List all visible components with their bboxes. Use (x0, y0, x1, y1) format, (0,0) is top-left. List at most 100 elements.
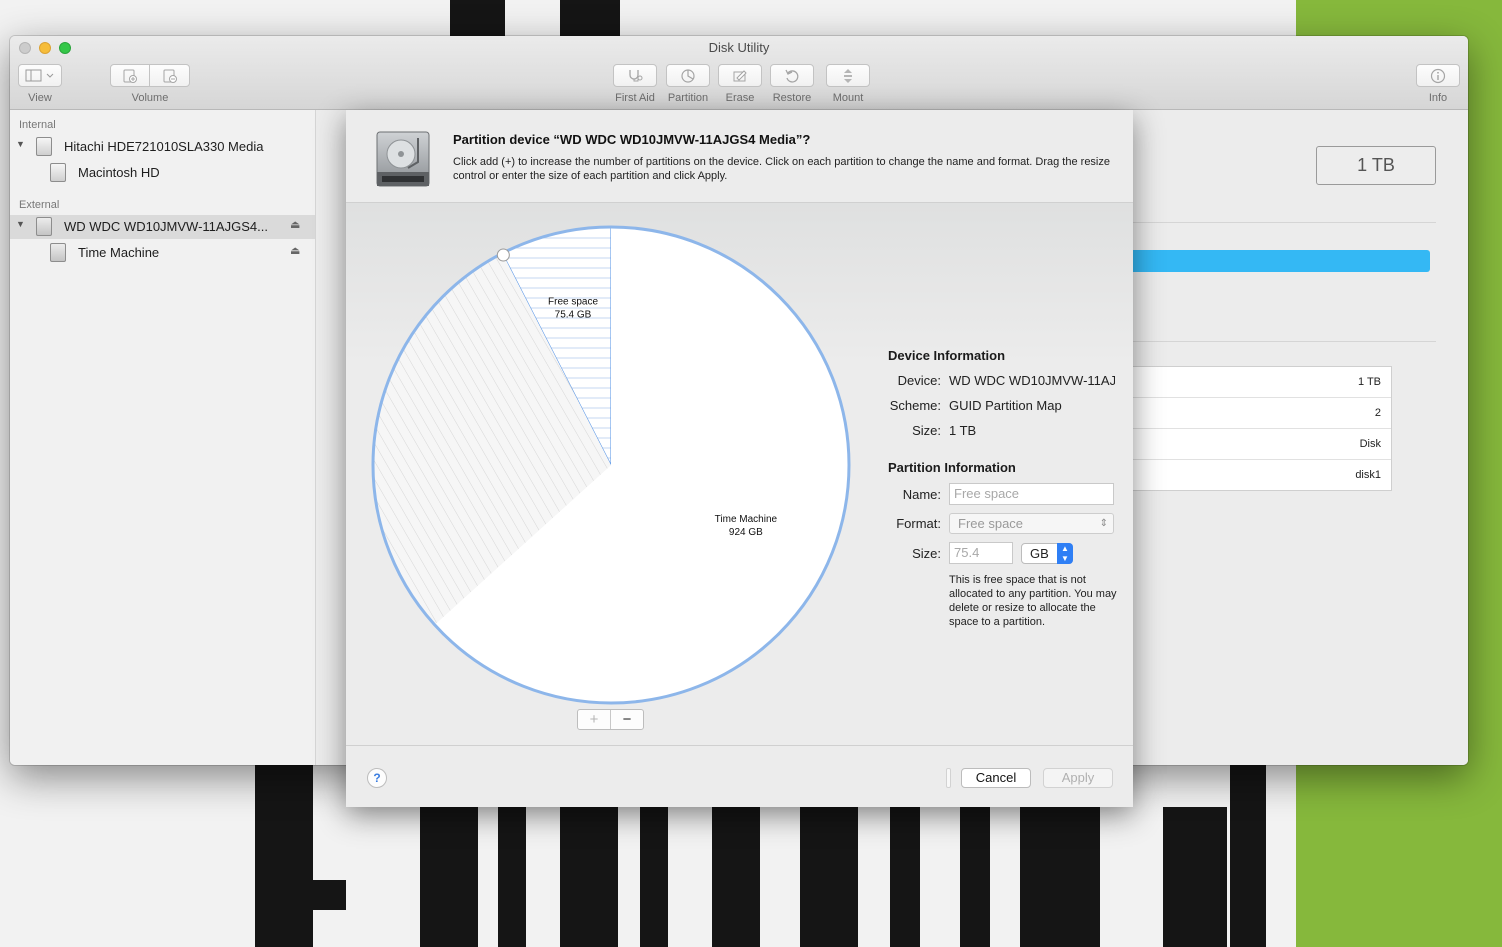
disk-info-table: 1 TB 2 Disk disk1 (1126, 366, 1392, 491)
erase-button[interactable] (718, 64, 762, 87)
window-title: Disk Utility (708, 40, 770, 55)
info-value: 2 (1127, 398, 1391, 429)
unit-stepper-icon: ▲ ▼ (1057, 543, 1073, 564)
wallpaper-stripe (640, 807, 668, 947)
wallpaper-stripe (560, 0, 620, 36)
scheme-value: GUID Partition Map (949, 398, 1062, 413)
wallpaper-stripe (498, 807, 526, 947)
capacity-badge: 1 TB (1316, 146, 1436, 185)
internal-volume-icon (50, 163, 66, 182)
remove-partition-button[interactable]: − (611, 710, 643, 729)
wallpaper-stripe (1163, 807, 1227, 947)
restore-arrow-icon (785, 69, 799, 83)
erase-icon (733, 69, 747, 81)
device-size-value: 1 TB (949, 423, 977, 438)
partition-name-field[interactable]: Free space (949, 483, 1114, 505)
wallpaper-stripe (1020, 807, 1100, 947)
hard-drive-icon (376, 131, 430, 187)
eject-icon[interactable]: ⏏ (290, 244, 300, 257)
stethoscope-icon (629, 69, 643, 81)
apply-button[interactable]: Apply (1043, 768, 1113, 788)
resize-handle[interactable] (496, 248, 510, 262)
view-button[interactable] (18, 64, 62, 87)
format-label: Format: (896, 516, 941, 531)
size-unit-select[interactable]: GB ▲ ▼ (1021, 543, 1073, 564)
partition-size-field[interactable]: 75.4 (949, 542, 1013, 564)
sidebar-item-macintosh-hd[interactable]: Macintosh HD (10, 161, 315, 185)
wallpaper-stripe (450, 0, 505, 36)
help-button[interactable]: ? (367, 768, 387, 788)
volume-label: Volume (131, 92, 169, 104)
disclosure-triangle-icon[interactable]: ▼ (16, 139, 25, 149)
wallpaper-stripe (712, 807, 760, 947)
restore-label: Restore (772, 92, 812, 104)
disclosure-triangle-icon[interactable]: ▼ (16, 219, 25, 229)
mount-icon (844, 68, 852, 83)
cancel-button[interactable]: Cancel (961, 768, 1031, 788)
title-bar: Disk Utility View Volume First Aid Parti… (10, 36, 1468, 110)
view-label: View (28, 92, 52, 104)
sidebar-item-label: Hitachi HDE721010SLA330 Media (64, 139, 264, 154)
device-size-label: Size: (912, 423, 941, 438)
scheme-label: Scheme: (889, 398, 941, 413)
external-volume-icon (50, 243, 66, 262)
pie-slice-size: 75.4 GB (555, 310, 592, 321)
sheet-body: Free space 75.4 GB Time Machine 924 GB + − … (346, 203, 1133, 745)
first-aid-label: First Aid (615, 92, 655, 104)
mount-button[interactable] (826, 64, 870, 87)
wallpaper-stripe (255, 765, 313, 947)
info-button[interactable] (1416, 64, 1460, 87)
sidebar-section-external: External (19, 199, 60, 211)
divider (1126, 222, 1436, 223)
device-value: WD WDC WD10JMVW-11AJGS4 Media (949, 373, 1115, 388)
wallpaper-stripe (420, 807, 478, 947)
remove-volume-button[interactable] (149, 64, 190, 87)
device-info-heading: Device Information (888, 348, 1006, 363)
updown-chevron-icon: ⇕ (1099, 518, 1108, 529)
partition-pie-icon (681, 68, 695, 83)
internal-disk-icon (36, 137, 52, 156)
wallpaper-stripe (960, 807, 990, 947)
external-disk-icon (36, 217, 52, 236)
add-volume-button[interactable] (110, 64, 150, 87)
first-aid-button[interactable] (613, 64, 657, 87)
partition-button[interactable] (666, 64, 710, 87)
free-space-note: This is free space that is not allocated… (949, 574, 1117, 628)
footer-separator (946, 768, 951, 788)
partition-info-heading: Partition Information (888, 460, 1016, 475)
sheet-footer: ? Cancel Apply (346, 745, 1133, 807)
erase-label: Erase (725, 92, 755, 104)
add-partition-button[interactable]: + (578, 710, 611, 729)
device-label: Device: (897, 373, 941, 388)
eject-icon[interactable]: ⏏ (290, 218, 300, 231)
format-select[interactable]: Free space ⇕ (949, 513, 1114, 534)
pie-slices (373, 226, 849, 703)
name-label: Name: (902, 487, 941, 502)
partition-pie-chart[interactable]: Free space 75.4 GB Time Machine 924 GB (366, 213, 866, 713)
sidebar-item-time-machine[interactable]: Time Machine ⏏ (10, 241, 315, 265)
wallpaper-stripe (800, 807, 858, 947)
sidebar-item-label: Time Machine (78, 245, 160, 260)
partition-sheet: Partition device “WD WDC WD10JMVW-11AJGS… (346, 110, 1133, 807)
sidebar-item-hitachi-disk[interactable]: ▼ Hitachi HDE721010SLA330 Media (10, 135, 315, 159)
sidebar-toggle-icon (25, 69, 54, 82)
sidebar-item-label: WD WDC WD10JMVW-11AJGS4... (64, 219, 268, 234)
info-label: Info (1428, 92, 1448, 104)
wallpaper-stripe (1230, 765, 1266, 947)
format-select-value: Free space (958, 516, 1024, 531)
capacity-usage-bar (1126, 250, 1430, 272)
info-value: 1 TB (1127, 367, 1391, 398)
restore-button[interactable] (770, 64, 814, 87)
wallpaper-stripe (890, 807, 920, 947)
info-value: disk1 (1355, 469, 1381, 481)
divider (1126, 341, 1436, 342)
sheet-description: Click add (+) to increase the number of … (453, 156, 1110, 182)
partition-size-label: Size: (912, 546, 941, 561)
sidebar-item-wd-disk[interactable]: ▼ WD WDC WD10JMVW-11AJGS4... ⏏ (10, 215, 315, 239)
partition-label: Partition (667, 92, 709, 104)
add-remove-partition-control: + − (577, 709, 644, 730)
info-icon (1430, 68, 1446, 83)
add-volume-icon (123, 69, 137, 83)
sidebar-section-internal: Internal (19, 119, 56, 131)
pie-slice-name: Time Machine (715, 514, 778, 525)
